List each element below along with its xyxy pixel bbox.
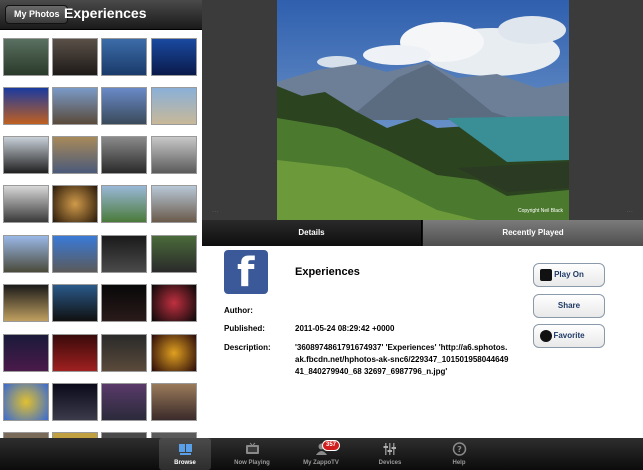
notification-badge: 357: [322, 440, 341, 451]
now-playing-label: Now Playing: [234, 460, 270, 466]
devices-label: Devices: [378, 460, 402, 466]
svg-text:?: ?: [457, 445, 462, 454]
thumbnail[interactable]: [3, 38, 49, 76]
details-title: Experiences: [295, 266, 360, 278]
tab-devices[interactable]: Devices: [364, 438, 416, 470]
back-button[interactable]: My Photos: [5, 5, 68, 24]
thumbnail[interactable]: [101, 87, 147, 125]
thumbnail[interactable]: [3, 136, 49, 174]
thumbnail[interactable]: [101, 185, 147, 223]
thumbnail[interactable]: [3, 185, 49, 223]
share-button[interactable]: Share: [533, 294, 605, 318]
author-label: Author:: [224, 306, 253, 315]
thumbnail[interactable]: [52, 334, 98, 372]
thumbnail[interactable]: [3, 284, 49, 322]
photo-grid: [0, 30, 202, 438]
facebook-logo-icon: f: [224, 250, 268, 296]
landscape-image: [277, 0, 569, 220]
thumbnail[interactable]: [52, 284, 98, 322]
next-photo-ghost: ...: [626, 205, 633, 214]
thumbnail[interactable]: [151, 284, 197, 322]
thumbnail[interactable]: [101, 284, 147, 322]
description-label: Description:: [224, 343, 271, 352]
play-on-label: Play On: [554, 270, 584, 279]
photo-preview-area: ... ... Copyright Neil Black: [202, 0, 643, 220]
details-panel: f Experiences Author: Published: 2011-05…: [202, 246, 643, 438]
published-value: 2011-05-24 08:29:42 +0000: [295, 324, 395, 333]
thumbnail[interactable]: [3, 334, 49, 372]
thumbnail[interactable]: [52, 235, 98, 273]
photo-credit: Copyright Neil Black: [517, 208, 563, 214]
thumbnail[interactable]: [3, 235, 49, 273]
favorite-label: Favorite: [553, 331, 585, 340]
help-icon: ?: [452, 442, 467, 456]
thumbnail[interactable]: [101, 334, 147, 372]
thumbnail[interactable]: [52, 136, 98, 174]
thumbnail[interactable]: [151, 334, 197, 372]
thumbnail[interactable]: [3, 87, 49, 125]
browse-label: Browse: [174, 460, 196, 466]
thumbnail[interactable]: [101, 235, 147, 273]
thumbnail[interactable]: [3, 383, 49, 421]
devices-icon: [383, 443, 396, 455]
tab-bar: Details Recently Played: [202, 220, 643, 246]
tv-icon: [246, 442, 259, 454]
tab-recently-played[interactable]: Recently Played: [423, 220, 643, 246]
thumbnail[interactable]: [101, 136, 147, 174]
thumbnail[interactable]: [52, 185, 98, 223]
browse-icon: [179, 444, 192, 455]
star-icon: [540, 330, 552, 342]
left-header: My Photos Experiences: [0, 0, 202, 30]
tv-icon: [540, 269, 552, 281]
main-photo[interactable]: Copyright Neil Black: [277, 0, 569, 220]
previous-photo-ghost: ...: [212, 205, 219, 214]
album-title-header: Experiences: [64, 5, 147, 21]
thumbnail[interactable]: [151, 235, 197, 273]
play-on-button[interactable]: Play On: [533, 263, 605, 287]
thumbnail[interactable]: [151, 38, 197, 76]
tab-browse[interactable]: Browse: [159, 438, 211, 470]
thumbnail[interactable]: [151, 87, 197, 125]
thumbnail[interactable]: [151, 185, 197, 223]
thumbnail[interactable]: [151, 383, 197, 421]
help-label: Help: [452, 460, 466, 466]
my-zappotv-label: My ZappoTV: [303, 460, 339, 466]
thumbnail[interactable]: [52, 38, 98, 76]
thumbnail[interactable]: [101, 383, 147, 421]
thumbnail[interactable]: [52, 383, 98, 421]
share-label: Share: [557, 301, 581, 310]
description-value: '3608974861791674937' 'Experiences' 'htt…: [295, 343, 509, 376]
thumbnail[interactable]: [101, 38, 147, 76]
thumbnail[interactable]: [52, 87, 98, 125]
thumbnail[interactable]: [151, 136, 197, 174]
photo-browser-panel: My Photos Experiences: [0, 0, 202, 438]
tab-now-playing[interactable]: Now Playing: [226, 438, 278, 470]
tab-details[interactable]: Details: [202, 220, 422, 246]
favorite-button[interactable]: Favorite: [533, 324, 605, 348]
published-label: Published:: [224, 324, 265, 333]
tab-help[interactable]: ? Help: [433, 438, 485, 470]
